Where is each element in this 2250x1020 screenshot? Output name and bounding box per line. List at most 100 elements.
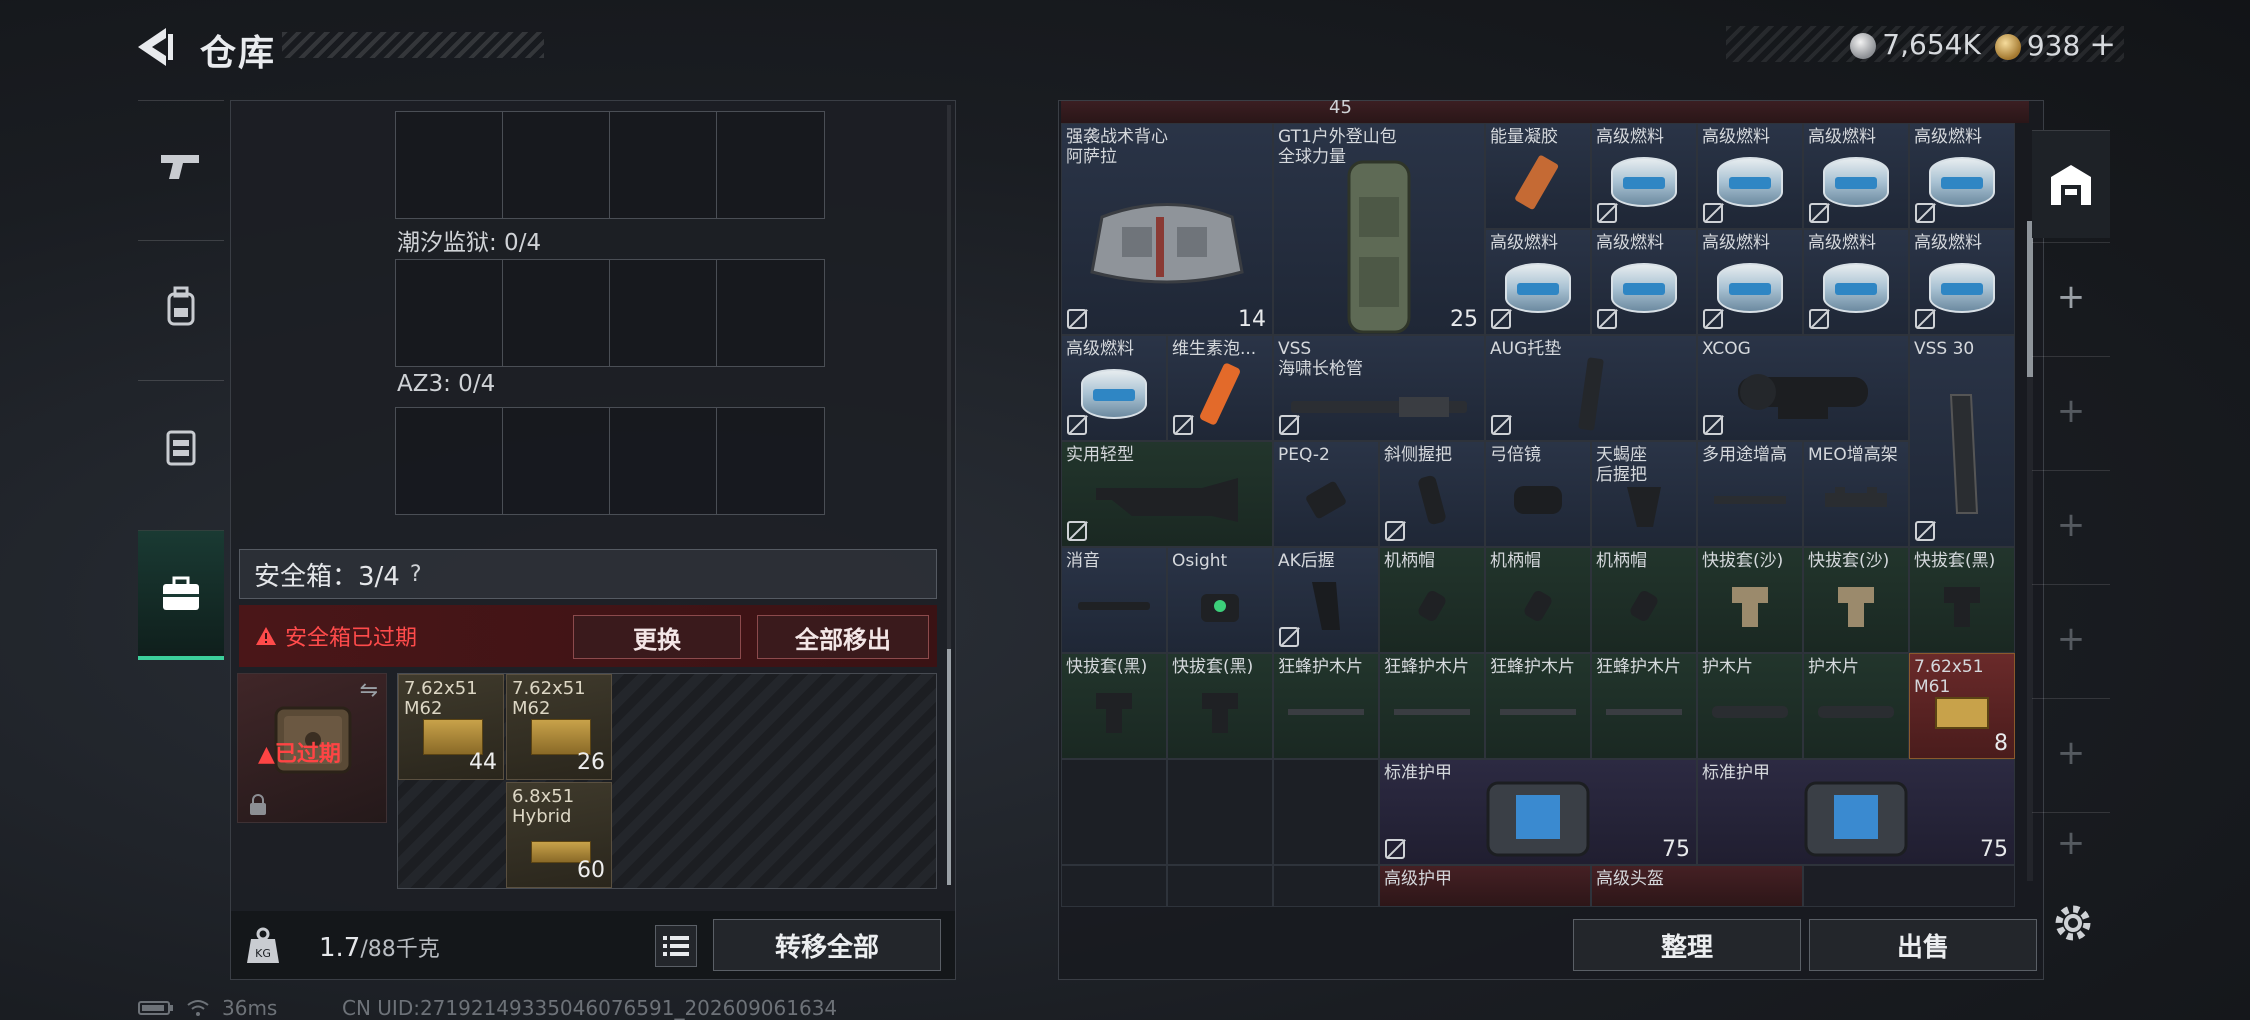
sort-button[interactable]: 整理 — [1573, 919, 1801, 971]
stash-item[interactable]: 高级燃料 — [1909, 123, 2015, 229]
ammo-item[interactable]: 6.8x51 Hybrid 60 — [506, 782, 612, 888]
stash-item[interactable]: 机柄帽 — [1379, 547, 1485, 653]
ammo-item[interactable]: 7.62x51 M62 44 — [398, 674, 504, 780]
stash-item[interactable]: 实用轻型 — [1061, 441, 1273, 547]
tab-add-page[interactable]: + — [2032, 356, 2110, 464]
stash-item[interactable]: 高级头盔 — [1591, 865, 1803, 907]
sell-button[interactable]: 出售 — [1809, 919, 2037, 971]
stash-item[interactable]: 机柄帽 — [1591, 547, 1697, 653]
back-button[interactable] — [132, 22, 182, 72]
lock-icon — [1809, 309, 1829, 329]
stash-item[interactable]: 高级燃料 — [1697, 123, 1803, 229]
tab-add-page[interactable]: + — [2032, 812, 2110, 872]
stash-item[interactable]: 弓倍镜 — [1485, 441, 1591, 547]
empty-slot[interactable] — [1167, 865, 1273, 907]
stash-item[interactable]: 高级燃料 — [1803, 229, 1909, 335]
grid-slot[interactable] — [717, 408, 824, 514]
grid-slot[interactable] — [717, 112, 824, 218]
stash-item[interactable]: XCOG — [1697, 335, 1909, 441]
lock-icon — [1067, 309, 1087, 329]
empty-slot[interactable] — [1273, 759, 1379, 865]
stash-item[interactable]: VSS 海啸长枪管 — [1273, 335, 1485, 441]
stash-item[interactable]: 高级燃料 — [1803, 123, 1909, 229]
empty-slot[interactable] — [1803, 865, 2015, 907]
ammo-item[interactable]: 7.62x51 M62 26 — [506, 674, 612, 780]
grid-slot[interactable] — [610, 260, 717, 366]
stash-item[interactable]: GT1户外登山包 全球力量 25 — [1273, 123, 1485, 335]
laser-icon — [1306, 481, 1346, 519]
add-currency-button[interactable]: + — [2089, 25, 2116, 63]
stash-item[interactable]: 维生素泡... — [1167, 335, 1273, 441]
tab-add-page[interactable]: + — [2032, 584, 2110, 692]
rail-panel-icon — [1606, 709, 1682, 716]
stash-item[interactable]: 高级燃料 — [1061, 335, 1167, 441]
grid-slot[interactable] — [396, 112, 503, 218]
stash-item[interactable]: 高级燃料 — [1697, 229, 1803, 335]
stash-item[interactable]: 标准护甲 75 — [1379, 759, 1697, 865]
empty-slot[interactable] — [1273, 865, 1379, 907]
stash-item[interactable]: 能量凝胶 — [1485, 123, 1591, 229]
stash-item[interactable]: 快拔套(沙) — [1803, 547, 1909, 653]
tab-add-page[interactable]: + — [2032, 470, 2110, 578]
stash-item[interactable]: 多用途增高 — [1697, 441, 1803, 547]
stash-item[interactable]: 斜侧握把 — [1379, 441, 1485, 547]
stash-item[interactable]: AUG托垫 — [1485, 335, 1697, 441]
grid-slot[interactable] — [717, 260, 824, 366]
stash-item[interactable]: 高级燃料 — [1485, 229, 1591, 335]
stash-item[interactable]: MEO增高架 — [1803, 441, 1909, 547]
empty-slot[interactable] — [1061, 759, 1167, 865]
stash-item[interactable]: 机柄帽 — [1485, 547, 1591, 653]
stash-item[interactable]: VSS 30 — [1909, 335, 2015, 547]
stash-item[interactable]: 狂蜂护木片 — [1485, 653, 1591, 759]
grid-slot[interactable] — [396, 260, 503, 366]
container-grid-3 — [395, 407, 825, 515]
replace-button[interactable]: 更换 — [573, 615, 741, 659]
stash-item[interactable]: 消音 — [1061, 547, 1167, 653]
grid-slot[interactable] — [610, 112, 717, 218]
stash-item[interactable]: 高级燃料 — [1909, 229, 2015, 335]
tab-add-page[interactable]: + — [2032, 698, 2110, 806]
stash-item[interactable]: 高级燃料 — [1591, 229, 1697, 335]
stash-item[interactable]: 狂蜂护木片 — [1379, 653, 1485, 759]
stash-item[interactable]: AK后握 — [1273, 547, 1379, 653]
grid-slot[interactable] — [503, 112, 610, 218]
tab-stash-main[interactable] — [2032, 130, 2110, 238]
tab-add-page[interactable]: + — [2032, 242, 2110, 350]
stash-item[interactable]: 7.62x51 M61 8 — [1909, 653, 2015, 759]
gold-currency[interactable]: 938 + — [1994, 25, 2116, 63]
empty-slot[interactable] — [1167, 759, 1273, 865]
stash-item[interactable]: 快拔套(黑) — [1061, 653, 1167, 759]
stash-item[interactable]: 快拔套(黑) — [1909, 547, 2015, 653]
tab-vest[interactable] — [138, 380, 224, 510]
list-view-button[interactable] — [655, 925, 697, 967]
tab-safebox[interactable] — [138, 530, 224, 660]
stash-item[interactable]: Osight — [1167, 547, 1273, 653]
grid-slot[interactable] — [503, 260, 610, 366]
swap-icon[interactable]: ⇋ — [360, 678, 378, 703]
stash-item[interactable]: 天蝎座 后握把 — [1591, 441, 1697, 547]
tab-weapons[interactable] — [138, 100, 224, 230]
transfer-all-button[interactable]: 转移全部 — [713, 919, 941, 971]
stash-item[interactable]: 快拔套(黑) — [1167, 653, 1273, 759]
help-icon[interactable]: ? — [410, 562, 422, 587]
stash-item[interactable]: 强袭战术背心 阿萨拉 14 — [1061, 123, 1273, 335]
stash-item[interactable]: 标准护甲 75 — [1697, 759, 2015, 865]
stash-item[interactable]: 护木片 — [1803, 653, 1909, 759]
stash-item[interactable]: PEQ-2 — [1273, 441, 1379, 547]
empty-slot[interactable] — [1061, 865, 1167, 907]
safebox-case-slot[interactable]: ⇋ ▲已过期 — [237, 673, 387, 823]
remove-all-button[interactable]: 全部移出 — [757, 615, 929, 659]
left-scrollbar-thumb[interactable] — [947, 649, 951, 885]
grid-slot[interactable] — [396, 408, 503, 514]
stash-item[interactable]: 高级护甲 — [1379, 865, 1591, 907]
grid-slot[interactable] — [610, 408, 717, 514]
stash-item[interactable]: 狂蜂护木片 — [1273, 653, 1379, 759]
settings-button[interactable] — [2050, 900, 2096, 946]
stash-item[interactable]: 快拔套(沙) — [1697, 547, 1803, 653]
stash-item[interactable]: 高级燃料 — [1591, 123, 1697, 229]
stash-item[interactable]: 狂蜂护木片 — [1591, 653, 1697, 759]
grid-slot[interactable] — [503, 408, 610, 514]
stash-item[interactable]: 护木片 — [1697, 653, 1803, 759]
back-arrow-icon — [138, 28, 173, 66]
tab-backpack[interactable] — [138, 240, 224, 370]
